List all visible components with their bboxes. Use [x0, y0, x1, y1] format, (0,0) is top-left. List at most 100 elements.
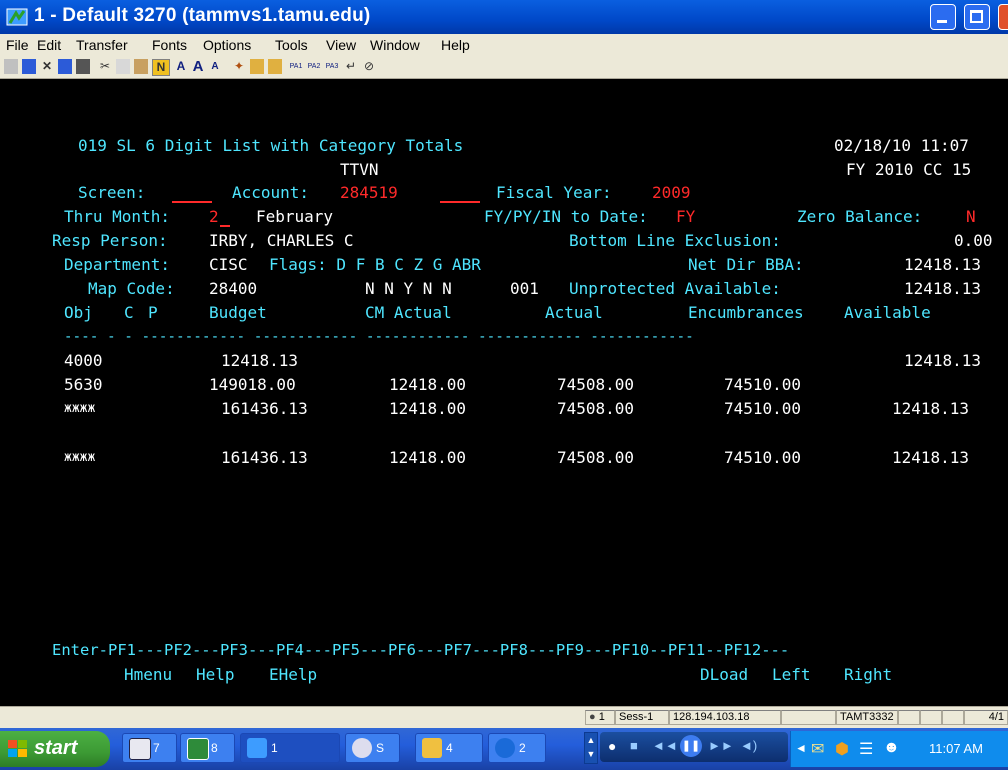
- task-ie[interactable]: 2: [488, 733, 546, 763]
- zero-balance-input[interactable]: N: [966, 207, 976, 227]
- maximize-button[interactable]: [964, 4, 990, 30]
- clear-icon[interactable]: ⊘: [362, 59, 376, 74]
- department-value: CISC: [209, 255, 248, 274]
- menu-window[interactable]: Window: [370, 37, 420, 53]
- screen-datetime: 02/18/10 11:07: [834, 136, 969, 155]
- font-icon[interactable]: A: [174, 59, 188, 74]
- thru-month-name: February: [256, 207, 334, 226]
- print-icon[interactable]: [76, 59, 90, 74]
- row-encumbrances: 74510.00: [724, 448, 802, 467]
- pf10-label[interactable]: Left: [772, 665, 811, 685]
- task-terminal[interactable]: 1: [240, 733, 340, 763]
- pf3-label[interactable]: EHelp: [269, 665, 317, 685]
- cut-icon[interactable]: ✂: [98, 59, 112, 74]
- screen-input[interactable]: [172, 201, 212, 203]
- menu-tools[interactable]: Tools: [275, 37, 308, 53]
- menu-edit[interactable]: Edit: [37, 37, 61, 53]
- stop-icon[interactable]: ■: [630, 738, 638, 753]
- mail-icon[interactable]: ✉: [811, 739, 824, 759]
- status-bar: ● 1 Sess-1 128.194.103.18 TAMT3332 4/1: [0, 706, 1008, 729]
- thru-month-input[interactable]: 2: [209, 207, 219, 227]
- tools-icon[interactable]: ✦: [232, 59, 246, 74]
- font-smaller-icon[interactable]: A: [208, 59, 222, 74]
- task-word[interactable]: 7: [122, 733, 177, 763]
- menu-file[interactable]: File: [6, 37, 29, 53]
- pa2-key[interactable]: PA2: [306, 59, 322, 74]
- copy-icon[interactable]: [116, 59, 130, 74]
- taskbar: start 7 8 1 S 4 2 ▲ ▼ ● ■ ◄◄ ❚❚ ►► ◄) ◄ ✉…: [0, 728, 1008, 770]
- send-file-icon[interactable]: [250, 59, 264, 74]
- row-encumbrances: 74510.00: [724, 375, 802, 394]
- next-icon[interactable]: ►►: [708, 738, 734, 753]
- row-obj: 5630: [64, 375, 103, 394]
- select-mode-icon[interactable]: N: [152, 59, 170, 76]
- fiscal-year-input[interactable]: 2009: [652, 183, 691, 203]
- col-obj: Obj: [64, 303, 93, 322]
- font-larger-icon[interactable]: A: [190, 59, 206, 74]
- net-dir-bba-label: Net Dir BBA:: [688, 255, 804, 274]
- resp-person-value: IRBY, CHARLES C: [209, 231, 354, 250]
- row-cm-actual: 12418.00: [389, 399, 467, 418]
- taskbar-scroll-button[interactable]: ▲ ▼: [584, 732, 598, 764]
- menu-help[interactable]: Help: [441, 37, 470, 53]
- to-date-input[interactable]: FY: [676, 207, 695, 227]
- messenger-icon[interactable]: ☻: [883, 739, 900, 757]
- task-word-count: 7: [153, 741, 160, 755]
- row-obj: 4000: [64, 351, 103, 370]
- pa3-key[interactable]: PA3: [324, 59, 340, 74]
- row-available: 12418.13: [892, 399, 970, 418]
- terminal-screen[interactable]: 019 SL 6 Digit List with Category Totals…: [0, 79, 1008, 706]
- col-available: Available: [844, 303, 931, 322]
- menu-transfer[interactable]: Transfer: [76, 37, 128, 53]
- save-icon[interactable]: [58, 59, 72, 74]
- account-suffix-input[interactable]: [440, 201, 480, 203]
- row-available: 12418.13: [892, 448, 970, 467]
- play-icon[interactable]: ●: [608, 738, 616, 754]
- flags-label: Flags: D F B C Z G ABR: [269, 255, 481, 274]
- pause-icon[interactable]: ❚❚: [680, 735, 702, 757]
- menu-view[interactable]: View: [326, 37, 356, 53]
- start-button[interactable]: start: [0, 731, 110, 767]
- row-cm-actual: 12418.00: [389, 375, 467, 394]
- status-lu: TAMT3332: [836, 710, 898, 725]
- task-folder[interactable]: 4: [415, 733, 483, 763]
- menu-options[interactable]: Options: [203, 37, 251, 53]
- task-s[interactable]: S: [345, 733, 400, 763]
- network-icon[interactable]: ☰: [859, 739, 873, 759]
- status-spacer-4: [942, 710, 964, 725]
- col-encumbrances: Encumbrances: [688, 303, 804, 322]
- task-excel[interactable]: 8: [180, 733, 235, 763]
- fiscal-year-label: Fiscal Year:: [496, 183, 612, 202]
- enter-icon[interactable]: ↵: [344, 59, 358, 74]
- menu-fonts[interactable]: Fonts: [152, 37, 187, 53]
- pf11-label[interactable]: Right: [844, 665, 892, 685]
- close-button[interactable]: [998, 4, 1008, 30]
- pf1-label[interactable]: Hmenu: [124, 665, 172, 685]
- resp-person-label: Resp Person:: [52, 231, 168, 250]
- update-icon[interactable]: ⬢: [835, 739, 849, 759]
- account-input[interactable]: 284519: [340, 183, 398, 203]
- col-c: C: [124, 303, 134, 322]
- col-budget: Budget: [209, 303, 267, 322]
- pa1-key[interactable]: PA1: [288, 59, 304, 74]
- status-cursor-pos: 4/1: [964, 710, 1008, 725]
- media-player-bar[interactable]: ● ■ ◄◄ ❚❚ ►► ◄): [600, 732, 788, 762]
- volume-icon[interactable]: ◄): [740, 738, 757, 753]
- screen-subtitle: TTVN: [340, 160, 379, 179]
- close-session-icon[interactable]: ✕: [40, 59, 54, 74]
- previous-icon[interactable]: ◄◄: [652, 738, 678, 753]
- word-icon: [129, 738, 151, 760]
- pf2-label[interactable]: Help: [196, 665, 235, 685]
- tray-expand-icon[interactable]: ◄: [795, 741, 807, 755]
- row-cm-actual: 12418.00: [389, 448, 467, 467]
- internet-explorer-icon: [495, 738, 515, 758]
- receive-file-icon[interactable]: [268, 59, 282, 74]
- pf9-label[interactable]: DLoad: [700, 665, 748, 685]
- unprotected-label: Unprotected Available:: [569, 279, 781, 298]
- paste-icon[interactable]: [134, 59, 148, 74]
- new-session-icon[interactable]: [22, 59, 36, 74]
- to-date-label: FY/PY/IN to Date:: [484, 207, 648, 226]
- title-bar[interactable]: 1 - Default 3270 (tammvs1.tamu.edu): [0, 0, 1008, 34]
- row-actual: 74508.00: [557, 375, 635, 394]
- minimize-button[interactable]: [930, 4, 956, 30]
